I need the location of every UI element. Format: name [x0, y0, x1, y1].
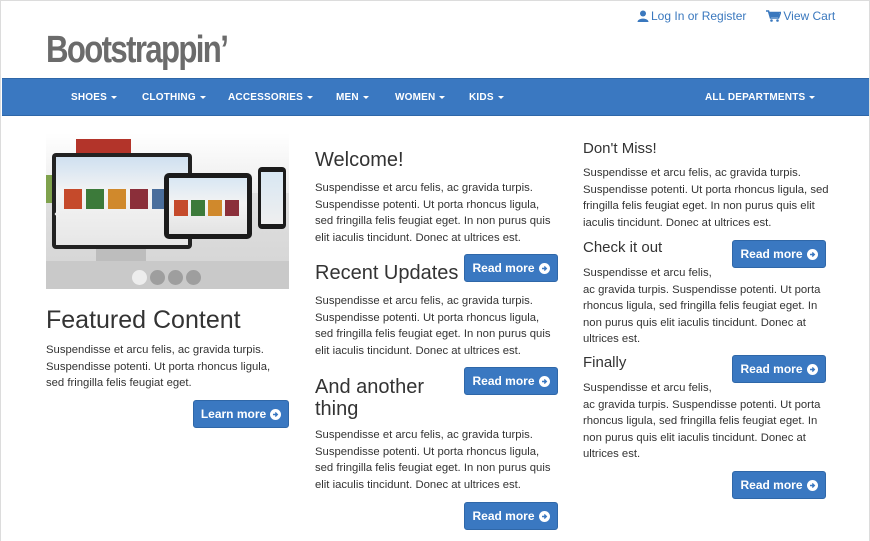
- another-thing-title: And another thing: [315, 376, 424, 420]
- dont-miss-title: Don't Miss!: [583, 140, 657, 157]
- nav-item-accessories[interactable]: ACCESSORIES: [228, 79, 313, 117]
- recent-updates-title: Recent Updates: [315, 262, 459, 284]
- caret-down-icon: [809, 95, 816, 99]
- button-label: Read more: [472, 509, 535, 523]
- view-cart-link[interactable]: View Cart: [766, 9, 835, 23]
- finally-read-more-button[interactable]: Read more: [732, 471, 826, 499]
- user-icon: [637, 10, 649, 22]
- nav-item-label: KIDS: [469, 92, 494, 103]
- carousel-phone-image: [258, 167, 286, 229]
- nav-item-label: ACCESSORIES: [228, 92, 303, 103]
- arrow-circle-right-icon: [806, 363, 818, 375]
- arrow-circle-right-icon: [538, 262, 550, 274]
- body-line: Suspendisse et arcu felis,: [583, 267, 712, 279]
- updates-read-more-button[interactable]: Read more: [464, 367, 558, 395]
- button-label: Read more: [740, 478, 803, 492]
- finally-body: Suspendisse et arcu felis, ac gravida tu…: [583, 380, 829, 463]
- arrow-circle-right-icon: [270, 408, 282, 420]
- check-it-out-read-more-button[interactable]: Read more: [732, 355, 826, 383]
- nav-item-men[interactable]: MEN: [336, 79, 369, 117]
- featured-title: Featured Content: [46, 306, 241, 334]
- cart-label: View Cart: [783, 9, 836, 23]
- carousel-indicator[interactable]: [168, 270, 183, 285]
- finally-title: Finally: [583, 354, 627, 371]
- body-line: ac gravida turpis. Suspendisse potenti. …: [583, 398, 821, 461]
- arrow-circle-right-icon: [538, 510, 550, 522]
- caret-down-icon: [199, 95, 206, 99]
- caret-down-icon: [497, 95, 504, 99]
- button-label: Read more: [472, 261, 535, 275]
- nav-item-label: WOMEN: [395, 92, 436, 103]
- cart-icon: [766, 10, 782, 22]
- button-label: Learn more: [200, 407, 267, 421]
- image-carousel[interactable]: ‹: [46, 133, 289, 289]
- arrow-circle-right-icon: [806, 479, 818, 491]
- main-navbar: SHOES CLOTHING ACCESSORIES MEN WOMEN KID…: [2, 78, 869, 116]
- nav-item-kids[interactable]: KIDS: [469, 79, 504, 117]
- nav-item-all-departments[interactable]: ALL DEPARTMENTS: [705, 79, 816, 117]
- nav-item-label: ALL DEPARTMENTS: [705, 92, 806, 103]
- nav-item-label: SHOES: [71, 92, 108, 103]
- body-line: ac gravida turpis. Suspendisse potenti. …: [583, 283, 821, 346]
- login-link[interactable]: Log In or Register: [637, 9, 746, 23]
- nav-item-shoes[interactable]: SHOES: [71, 79, 118, 117]
- button-label: Read more: [740, 247, 803, 261]
- dont-miss-body: Suspendisse et arcu felis, ac gravida tu…: [583, 167, 829, 229]
- chevron-left-icon[interactable]: ‹: [54, 205, 59, 223]
- another-read-more-button[interactable]: Read more: [464, 502, 558, 530]
- carousel-indicator[interactable]: [132, 270, 147, 285]
- carousel-indicator[interactable]: [186, 270, 201, 285]
- body-line: Suspendisse et arcu felis,: [583, 382, 712, 394]
- recent-updates-body: Suspendisse et arcu felis, ac gravida tu…: [315, 295, 551, 357]
- carousel-tablet-image: [164, 173, 252, 239]
- check-it-out-title: Check it out: [583, 239, 663, 256]
- arrow-circle-right-icon: [538, 375, 550, 387]
- caret-down-icon: [439, 95, 446, 99]
- title-line: And another: [315, 376, 424, 398]
- title-line: thing: [315, 398, 359, 420]
- welcome-title: Welcome!: [315, 149, 404, 171]
- welcome-read-more-button[interactable]: Read more: [464, 254, 558, 282]
- welcome-body: Suspendisse et arcu felis, ac gravida tu…: [315, 182, 551, 244]
- caret-down-icon: [362, 95, 369, 99]
- button-label: Read more: [472, 374, 535, 388]
- dont-miss-read-more-button[interactable]: Read more: [732, 240, 826, 268]
- carousel-indicators: [132, 270, 201, 285]
- another-thing-body: Suspendisse et arcu felis, ac gravida tu…: [315, 429, 551, 491]
- arrow-circle-right-icon: [806, 248, 818, 260]
- check-it-out-body: Suspendisse et arcu felis, ac gravida tu…: [583, 265, 829, 348]
- caret-down-icon: [307, 95, 313, 99]
- nav-item-label: MEN: [336, 92, 359, 103]
- site-logo[interactable]: Bootstrappin’: [46, 31, 229, 69]
- button-label: Read more: [740, 362, 803, 376]
- nav-item-label: CLOTHING: [142, 92, 196, 103]
- login-label: Log In or Register: [651, 9, 747, 23]
- nav-item-clothing[interactable]: CLOTHING: [142, 79, 206, 117]
- featured-body: Suspendisse et arcu felis, ac gravida tu…: [46, 344, 271, 389]
- carousel-indicator[interactable]: [150, 270, 165, 285]
- learn-more-button[interactable]: Learn more: [193, 400, 289, 428]
- caret-down-icon: [111, 95, 118, 99]
- nav-item-women[interactable]: WOMEN: [395, 79, 446, 117]
- utility-links: Log In or Register View Cart: [637, 9, 835, 23]
